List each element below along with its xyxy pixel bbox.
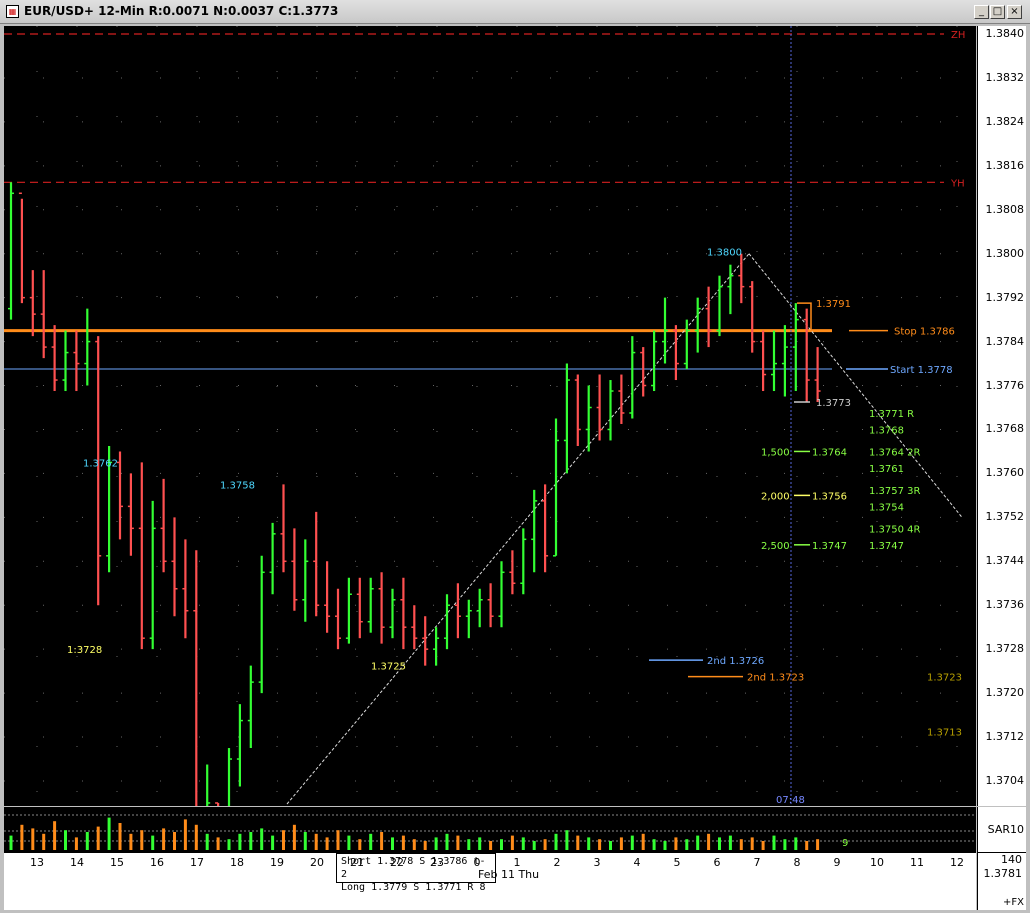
price-annotation: 07:48 xyxy=(776,795,805,806)
price-annotation: 1.3761 xyxy=(869,464,904,475)
time-axis-label: 9 xyxy=(833,856,841,869)
price-axis-label: 1.3808 xyxy=(985,202,1025,216)
price-chart-canvas[interactable]: ZH YH Stop 1.3786 Start 1.3778 1.3762 1:3728 1… xyxy=(4,26,976,806)
price-axis-label: 1.3824 xyxy=(985,114,1025,128)
time-axis-label: 0 xyxy=(473,856,481,869)
price-annotation: 1.3756 xyxy=(812,491,847,502)
price-annotation: 1,500 xyxy=(761,447,790,458)
stop-level-label: Stop 1.3786 xyxy=(894,327,955,338)
time-axis-label: 12 xyxy=(950,856,964,869)
time-axis-label: 19 xyxy=(270,856,284,869)
price-annotation: 1.3757 3R xyxy=(869,486,921,497)
zh-level-label: ZH xyxy=(951,30,965,41)
corner-readout: 140 1.3781 +FX xyxy=(977,852,1026,910)
price-annotation: 1.3750 4R xyxy=(869,524,921,535)
price-axis-label: 1.3728 xyxy=(985,642,1025,656)
volume-indicator-panel[interactable]: 9 xyxy=(4,807,976,852)
price-annotation: 1.3747 xyxy=(812,541,847,552)
price-annotation: 1.3771 R xyxy=(869,409,914,420)
volume-indicator-canvas: 9 xyxy=(4,814,976,850)
time-axis-label: 22 xyxy=(390,856,404,869)
price-annotation: 1.3713 xyxy=(927,728,962,739)
time-axis-label: 2 xyxy=(553,856,561,869)
long-readout: Long 1.3779 S 1.3771 R 8 xyxy=(341,882,486,893)
feed-label: +FX xyxy=(1003,897,1024,908)
maximize-button[interactable]: □ xyxy=(990,5,1005,19)
price-axis-label: 1.3736 xyxy=(985,598,1025,612)
time-axis-label: 5 xyxy=(673,856,681,869)
price-axis-label: 1.3768 xyxy=(985,422,1025,436)
price-annotation: 1.3725 xyxy=(371,662,406,673)
price-axis-label: 1.3704 xyxy=(985,774,1025,787)
time-axis-label: 21 xyxy=(350,856,364,869)
price-axis-label: 1.3832 xyxy=(985,70,1025,84)
time-axis-label: 10 xyxy=(870,856,884,869)
price-axis-label: 1.3816 xyxy=(985,158,1025,172)
window-title: EUR/USD+ 12-Min R:0.0071 N:0.0037 C:1.37… xyxy=(24,4,339,18)
time-axis-label: 20 xyxy=(310,856,324,869)
time-axis-label: 7 xyxy=(753,856,761,869)
price-annotation: 1.3800 xyxy=(707,248,742,259)
price-axis-label: 1.3712 xyxy=(985,730,1025,744)
price-annotation: 1.3791 xyxy=(816,299,851,310)
price-annotation: 1.3754 xyxy=(869,502,904,513)
price-axis-label: 1.3792 xyxy=(985,290,1025,304)
price-axis[interactable]: 1.3840 1.3832 1.3824 1.3816 1.3808 1.3800 1.37… xyxy=(977,26,1026,806)
close-button[interactable]: × xyxy=(1007,5,1022,19)
price-axis-label: 1.3744 xyxy=(985,554,1025,568)
price-annotation: 1.3768 xyxy=(869,425,904,436)
price-chart[interactable]: ZH YH Stop 1.3786 Start 1.3778 1.3762 1:3728 1… xyxy=(4,26,976,806)
corner-top-value: 140 xyxy=(1001,853,1022,866)
time-axis-label: 16 xyxy=(150,856,164,869)
price-axis-label: 1.3720 xyxy=(985,686,1025,700)
price-annotation: 1.3773 xyxy=(816,398,851,409)
time-axis-label: 23 xyxy=(430,856,444,869)
indicator-axis: SAR10 xyxy=(977,807,1026,852)
date-label: Feb 11 Thu xyxy=(478,868,540,881)
start-level-label: Start 1.3778 xyxy=(890,365,953,376)
time-axis-label: 17 xyxy=(190,856,204,869)
price-annotation: 2nd 1.3726 xyxy=(707,656,764,667)
time-axis-label: 1 xyxy=(513,856,521,869)
price-annotation: 1.3764 2R xyxy=(869,447,921,458)
time-axis-label: 15 xyxy=(110,856,124,869)
price-annotation: 1.3764 xyxy=(812,447,847,458)
price-annotation: 1.3758 xyxy=(220,480,255,491)
yh-level-label: YH xyxy=(950,178,965,189)
price-axis-label: 1.3784 xyxy=(985,334,1025,348)
price-axis-label: 1.3840 xyxy=(985,27,1025,40)
window-titlebar: ▦ EUR/USD+ 12-Min R:0.0071 N:0.0037 C:1.… xyxy=(0,0,1030,24)
time-axis-label: 11 xyxy=(910,856,924,869)
stop-bracket xyxy=(797,302,812,331)
time-axis-label: 8 xyxy=(793,856,801,869)
price-axis-label: 1.3776 xyxy=(985,378,1025,392)
trend-line-up xyxy=(286,253,750,805)
time-axis[interactable]: Short 1.3778 S 1.3786 t-2 Long 1.3779 S … xyxy=(4,852,976,910)
price-annotation: 2nd 1.3723 xyxy=(747,673,804,684)
price-axis-label: 1.3800 xyxy=(985,246,1025,260)
time-axis-label: 6 xyxy=(713,856,721,869)
time-axis-label: 4 xyxy=(633,856,641,869)
indicator-value: 9 xyxy=(842,838,848,849)
price-annotation: 1:3728 xyxy=(67,645,102,656)
time-axis-label: 18 xyxy=(230,856,244,869)
price-annotation: 2,500 xyxy=(761,541,790,552)
price-annotation: 2,000 xyxy=(761,491,790,502)
price-annotation: 1.3723 xyxy=(927,673,962,684)
minimize-button[interactable]: _ xyxy=(974,5,989,19)
trend-line-down xyxy=(748,253,963,518)
time-axis-label: 14 xyxy=(70,856,84,869)
app-icon: ▦ xyxy=(6,5,19,18)
corner-bottom-value: 1.3781 xyxy=(983,867,1023,880)
price-annotation: 1.3762 xyxy=(83,458,118,469)
time-axis-label: 13 xyxy=(30,856,44,869)
price-axis-label: 1.3752 xyxy=(985,510,1025,524)
price-annotation: 1.3747 xyxy=(869,541,904,552)
indicator-axis-label: SAR10 xyxy=(987,823,1024,836)
price-axis-label: 1.3760 xyxy=(985,466,1025,480)
time-axis-label: 3 xyxy=(593,856,601,869)
